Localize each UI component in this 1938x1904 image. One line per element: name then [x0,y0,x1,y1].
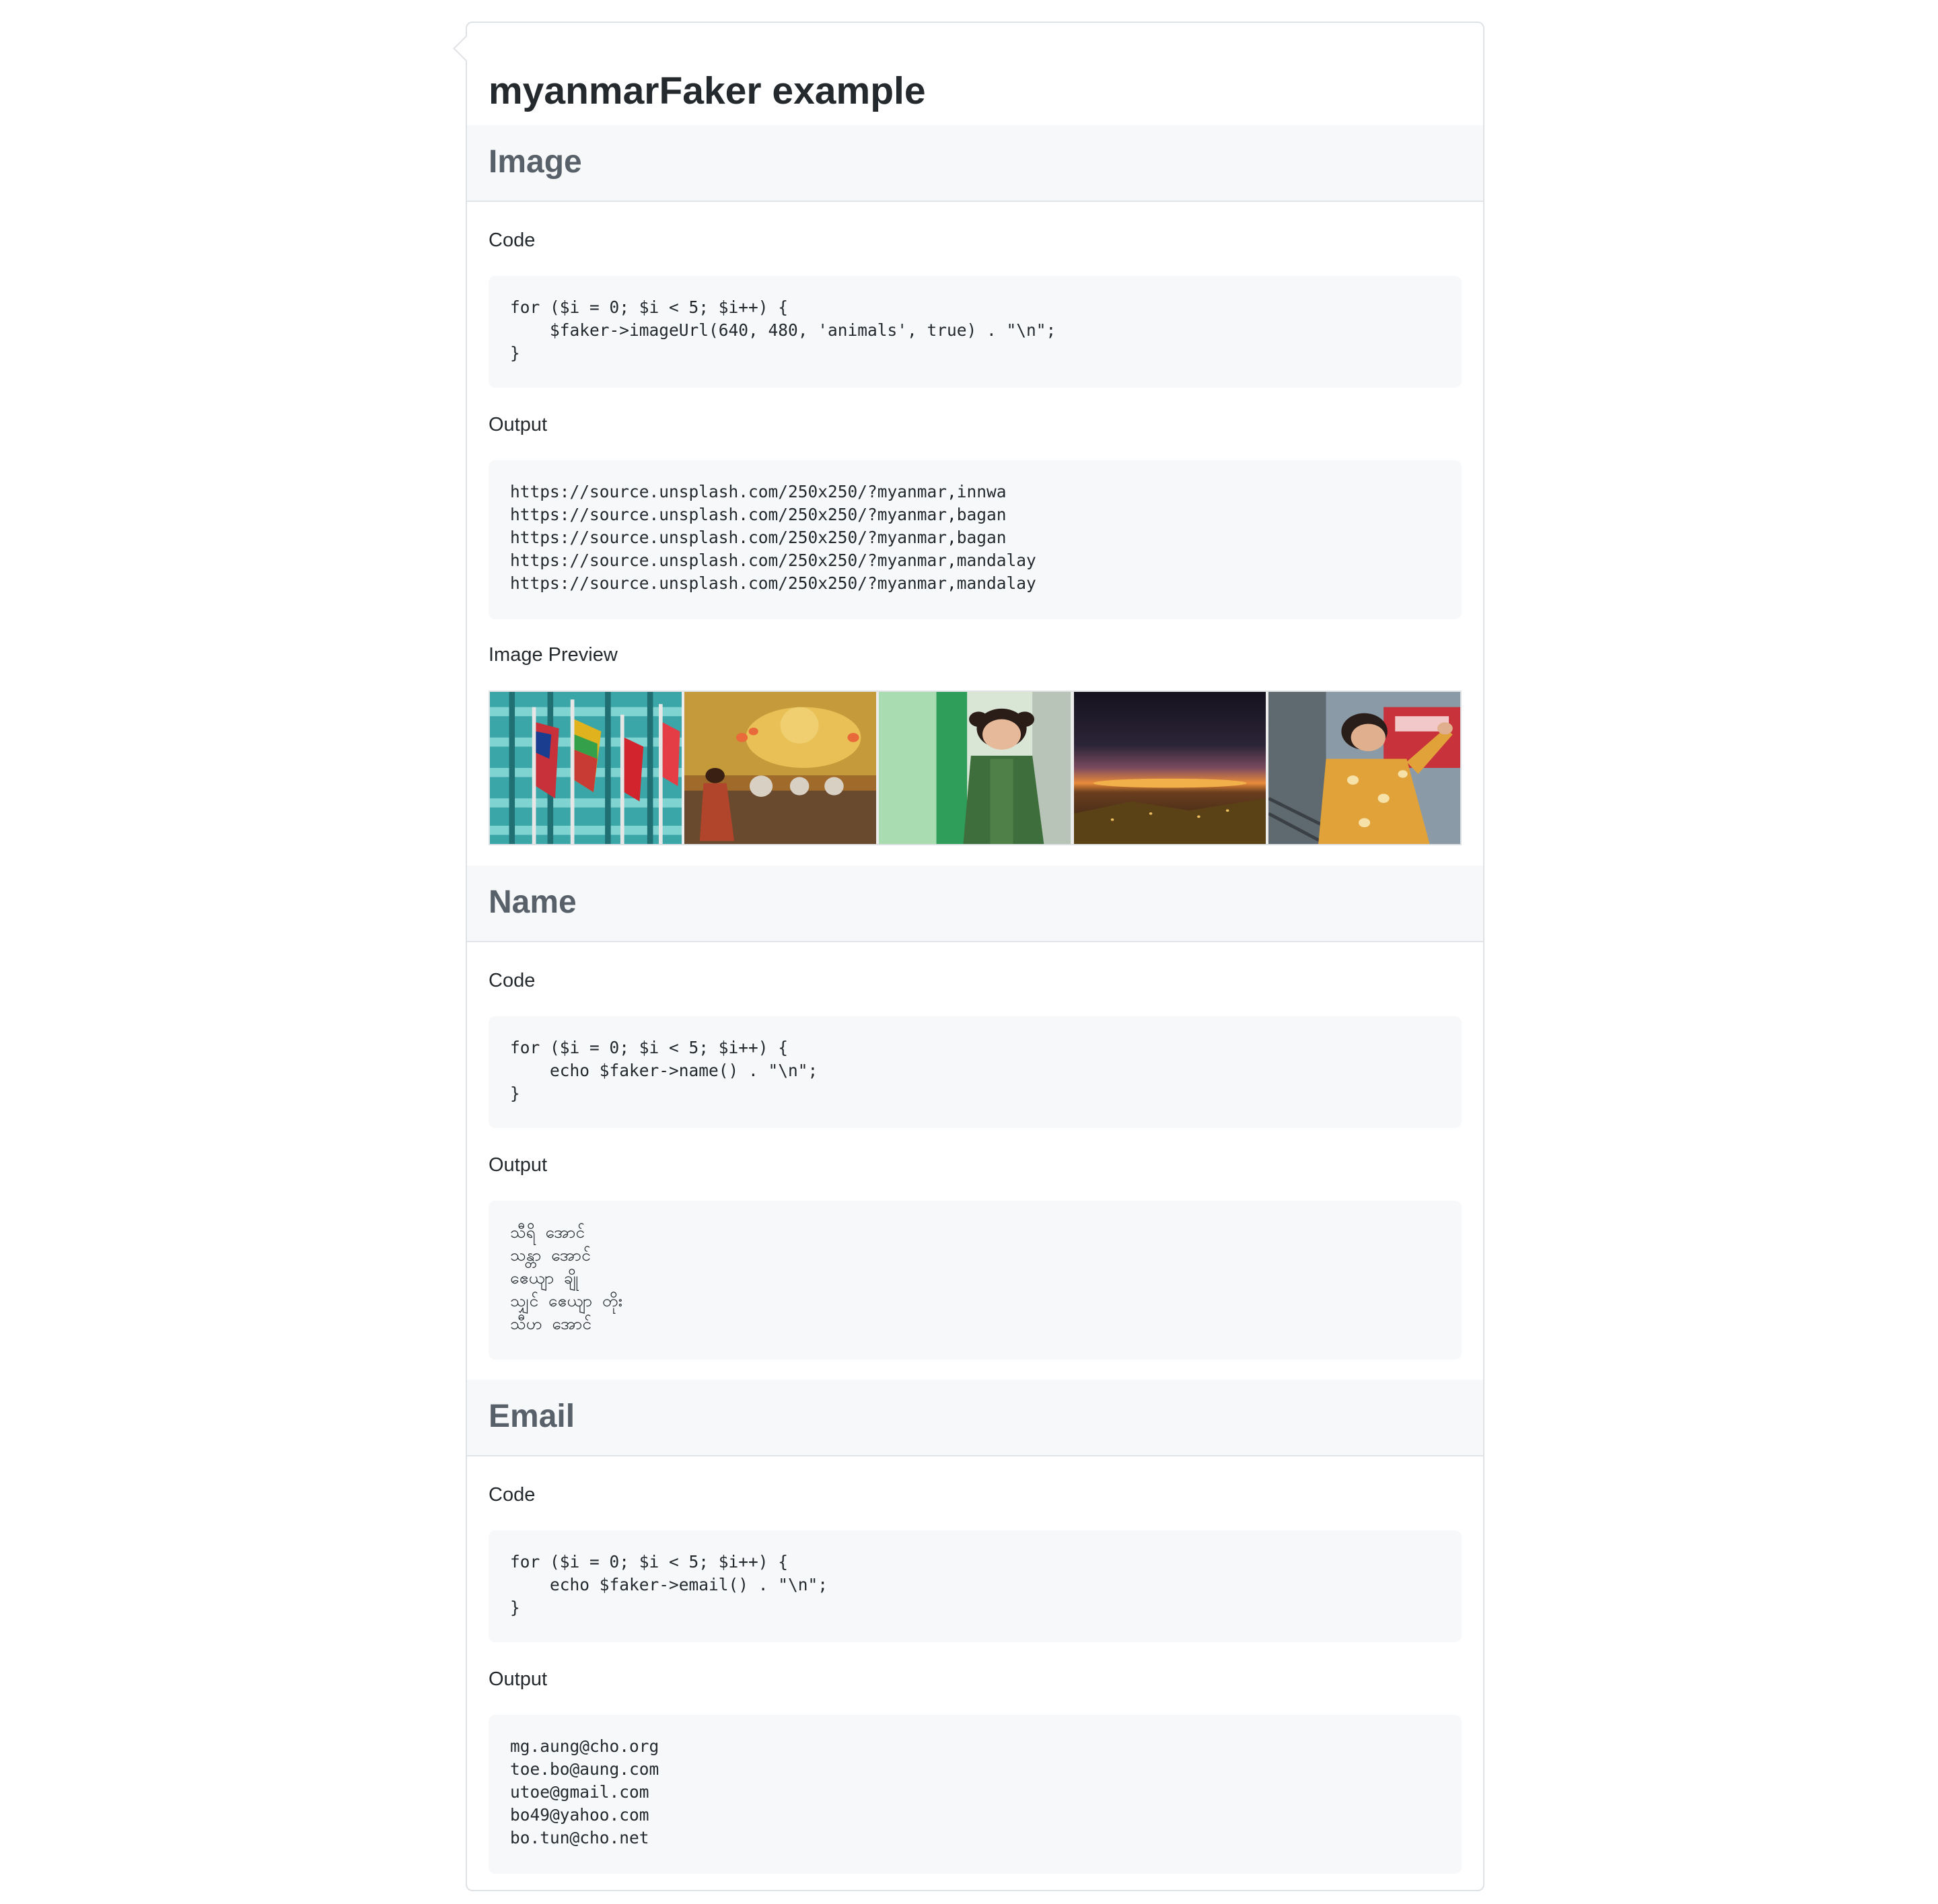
section-header-name: Name [467,866,1483,942]
image-preview-label: Image Preview [489,644,618,666]
image-code-label: Code [489,230,536,251]
image-output-label: Output [489,414,548,435]
section-header-image: Image [467,125,1483,202]
email-code-label: Code [489,1484,536,1506]
name-code-block: for ($i = 0; $i < 5; $i++) { echo $faker… [489,1016,1462,1128]
email-output-label: Output [489,1668,548,1690]
child-photo [879,692,1074,844]
email-code-block: for ($i = 0; $i < 5; $i++) { echo $faker… [489,1530,1462,1642]
readme-card: myanmarFaker example Image Code for ($i … [453,22,1484,1891]
image-preview-strip [489,691,1462,845]
name-code-label: Code [489,970,536,991]
image-code-block: for ($i = 0; $i < 5; $i++) { $faker->ima… [489,276,1462,388]
woman-photo [1268,692,1461,844]
temple-photo [684,692,880,844]
section-title-email: Email [489,1399,575,1434]
card-pointer [453,35,480,62]
name-output-label: Output [489,1154,548,1176]
sunset-photo [1073,692,1268,844]
flags-photo [490,692,685,844]
email-output-block: mg.aung@cho.org toe.bo@aung.com utoe@gma… [489,1715,1462,1874]
section-title-image: Image [489,144,582,180]
page-title: myanmarFaker example [489,47,1462,127]
image-output-block: https://source.unsplash.com/250x250/?mya… [489,460,1462,619]
section-title-name: Name [489,884,577,920]
section-header-email: Email [467,1380,1483,1456]
name-output-block: သီရိ အောင် သန္တာ အောင် ဧေယျာ ချို သျှင် … [489,1201,1462,1360]
